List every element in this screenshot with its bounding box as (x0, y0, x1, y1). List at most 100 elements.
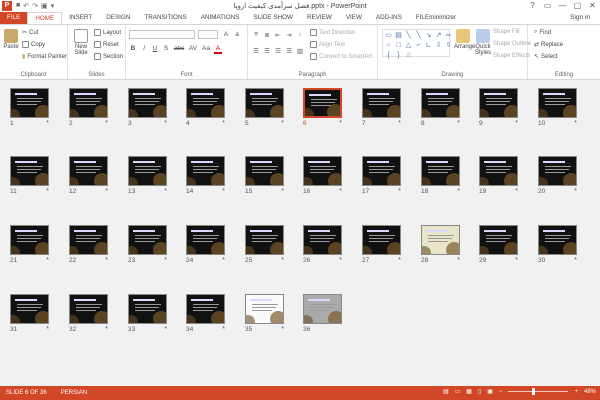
font-color-button[interactable]: A (214, 45, 222, 54)
slide-thumbnail-image[interactable] (69, 225, 108, 255)
grow-font-icon[interactable]: A (222, 31, 230, 38)
select-button[interactable]: ↖ Select (534, 53, 558, 61)
reset-button[interactable]: Reset (94, 41, 119, 48)
brace-shape-icon[interactable]: { (384, 51, 393, 60)
zoom-slider-thumb[interactable] (532, 388, 536, 395)
slide-thumbnail-item[interactable]: 16 * (303, 156, 342, 195)
oval-shape-icon[interactable]: ○ (384, 41, 393, 50)
convert-smartart-button[interactable]: Convert to SmartArt (310, 53, 372, 60)
save-icon[interactable]: ■ (16, 2, 20, 10)
reading-view-icon[interactable]: ▯ (478, 388, 481, 395)
transition-star-icon[interactable]: * (339, 120, 342, 127)
font-name-input[interactable] (129, 30, 195, 39)
minimize-button[interactable]: — (555, 0, 570, 12)
slide-thumbnail-image[interactable] (538, 225, 577, 255)
transition-star-icon[interactable]: * (222, 120, 225, 127)
slide-thumbnail-image[interactable] (10, 294, 49, 324)
transition-star-icon[interactable]: * (46, 326, 49, 333)
slide-thumbnail-item[interactable]: 35 * (245, 294, 284, 333)
transition-star-icon[interactable]: * (164, 326, 167, 333)
slide-thumbnail-image[interactable] (421, 156, 460, 186)
slide-thumbnail-image[interactable] (186, 294, 225, 324)
shape-effects-button[interactable]: Shape Effects (493, 53, 530, 59)
columns-icon[interactable]: ▥ (296, 47, 304, 55)
slide-thumbnail-image[interactable] (479, 225, 518, 255)
transition-star-icon[interactable]: * (46, 120, 49, 127)
transition-star-icon[interactable]: * (574, 188, 577, 195)
star-shape-icon[interactable]: ☆ (404, 51, 413, 60)
transition-star-icon[interactable]: * (281, 257, 284, 264)
slide-thumbnail-item[interactable]: 25 * (245, 225, 284, 264)
language-status[interactable]: PERSIAN (61, 390, 87, 396)
arrow-shape-icon[interactable]: ↘ (424, 31, 433, 40)
slide-thumbnail-item[interactable]: 20 * (538, 156, 577, 195)
justify-icon[interactable]: ☰ (285, 47, 293, 55)
triangle-shape-icon[interactable]: △ (404, 41, 413, 50)
transition-star-icon[interactable]: * (281, 326, 284, 333)
tab-design[interactable]: DESIGN (99, 12, 137, 24)
line-shape-icon[interactable]: ╲ (404, 31, 413, 40)
zoom-slider[interactable] (508, 388, 569, 395)
slide-thumbnail-item[interactable]: 26 * (303, 225, 342, 264)
slide-thumbnail-item[interactable]: 29 * (479, 225, 518, 264)
slide-thumbnail-item[interactable]: 19 * (479, 156, 518, 195)
connector-shape-icon[interactable]: ⌐ (414, 41, 423, 50)
customize-qat-icon[interactable]: ▾ (51, 2, 55, 10)
slide-thumbnail-image[interactable] (303, 294, 342, 324)
tab-slide-show[interactable]: SLIDE SHOW (246, 12, 300, 24)
slide-thumbnail-image[interactable] (421, 88, 460, 118)
slideshow-view-icon[interactable]: ▣ (487, 388, 493, 395)
transition-star-icon[interactable]: * (574, 257, 577, 264)
slide-thumbnail-image[interactable] (538, 88, 577, 118)
strikethrough-button[interactable]: abc (173, 45, 185, 54)
tab-file[interactable]: FILE (0, 12, 28, 24)
ribbon-display-button[interactable]: ▭ (540, 0, 555, 12)
slide-thumbnail-item[interactable]: 6 * (303, 88, 342, 127)
rectangle-shape-icon[interactable]: □ (394, 41, 403, 50)
tab-fileminimizer[interactable]: FILEminimizer (409, 12, 463, 24)
slide-thumbnail-image[interactable] (69, 156, 108, 186)
arrow-shape-icon[interactable]: ⇨ (444, 31, 453, 40)
slide-thumbnail-item[interactable]: 1 * (10, 88, 49, 127)
slide-thumbnail-item[interactable]: 7 * (362, 88, 401, 127)
numbering-icon[interactable]: ≣ (263, 31, 271, 39)
slide-thumbnail-item[interactable]: 30 * (538, 225, 577, 264)
bold-button[interactable]: B (129, 45, 137, 54)
slide-thumbnail-item[interactable]: 27 * (362, 225, 401, 264)
align-right-icon[interactable]: ☰ (274, 47, 282, 55)
slide-thumbnail-item[interactable]: 18 * (421, 156, 460, 195)
tab-home[interactable]: HOME (27, 12, 63, 24)
slide-thumbnail-item[interactable]: 17 * (362, 156, 401, 195)
slide-thumbnail-item[interactable]: 36 (303, 294, 342, 333)
slide-thumbnail-image[interactable] (538, 156, 577, 186)
slide-thumbnail-item[interactable]: 4 * (186, 88, 225, 127)
shrink-font-icon[interactable]: a (233, 31, 241, 38)
transition-star-icon[interactable]: * (457, 120, 460, 127)
transition-star-icon[interactable]: * (398, 188, 401, 195)
zoom-out-icon[interactable]: − (499, 389, 503, 395)
transition-star-icon[interactable]: * (222, 326, 225, 333)
shapes-gallery[interactable]: ▭ ▤ ╲ ╲ ↘ ↗ ⇨ ○ □ △ ⌐ ㄴ ⇩ ⇧ { } ☆ (382, 29, 453, 60)
decrease-indent-icon[interactable]: ⇤ (274, 31, 282, 39)
slide-thumbnail-image[interactable] (245, 225, 284, 255)
slide-thumbnail-image[interactable] (362, 156, 401, 186)
paste-button[interactable]: Paste (2, 29, 20, 50)
transition-star-icon[interactable]: * (164, 257, 167, 264)
slide-thumbnail-item[interactable]: 23 * (128, 225, 167, 264)
sign-in-link[interactable]: Sign in (570, 14, 590, 21)
slide-thumbnail-item[interactable]: 28 * (421, 225, 460, 264)
transition-star-icon[interactable]: * (46, 188, 49, 195)
align-left-icon[interactable]: ☰ (252, 47, 260, 55)
increase-indent-icon[interactable]: ⇥ (285, 31, 293, 39)
slide-thumbnail-image[interactable] (128, 156, 167, 186)
slide-thumbnail-item[interactable]: 33 * (128, 294, 167, 333)
slide-count-status[interactable]: SLIDE 6 OF 36 (6, 390, 47, 396)
normal-view-icon[interactable]: ▭ (455, 388, 461, 395)
slide-thumbnail-image[interactable] (186, 88, 225, 118)
font-size-input[interactable] (198, 30, 218, 39)
shape-outline-button[interactable]: Shape Outline (493, 41, 531, 47)
slide-thumbnail-item[interactable]: 24 * (186, 225, 225, 264)
transition-star-icon[interactable]: * (398, 257, 401, 264)
slide-thumbnail-image[interactable] (245, 156, 284, 186)
maximize-button[interactable]: ▢ (570, 0, 585, 12)
